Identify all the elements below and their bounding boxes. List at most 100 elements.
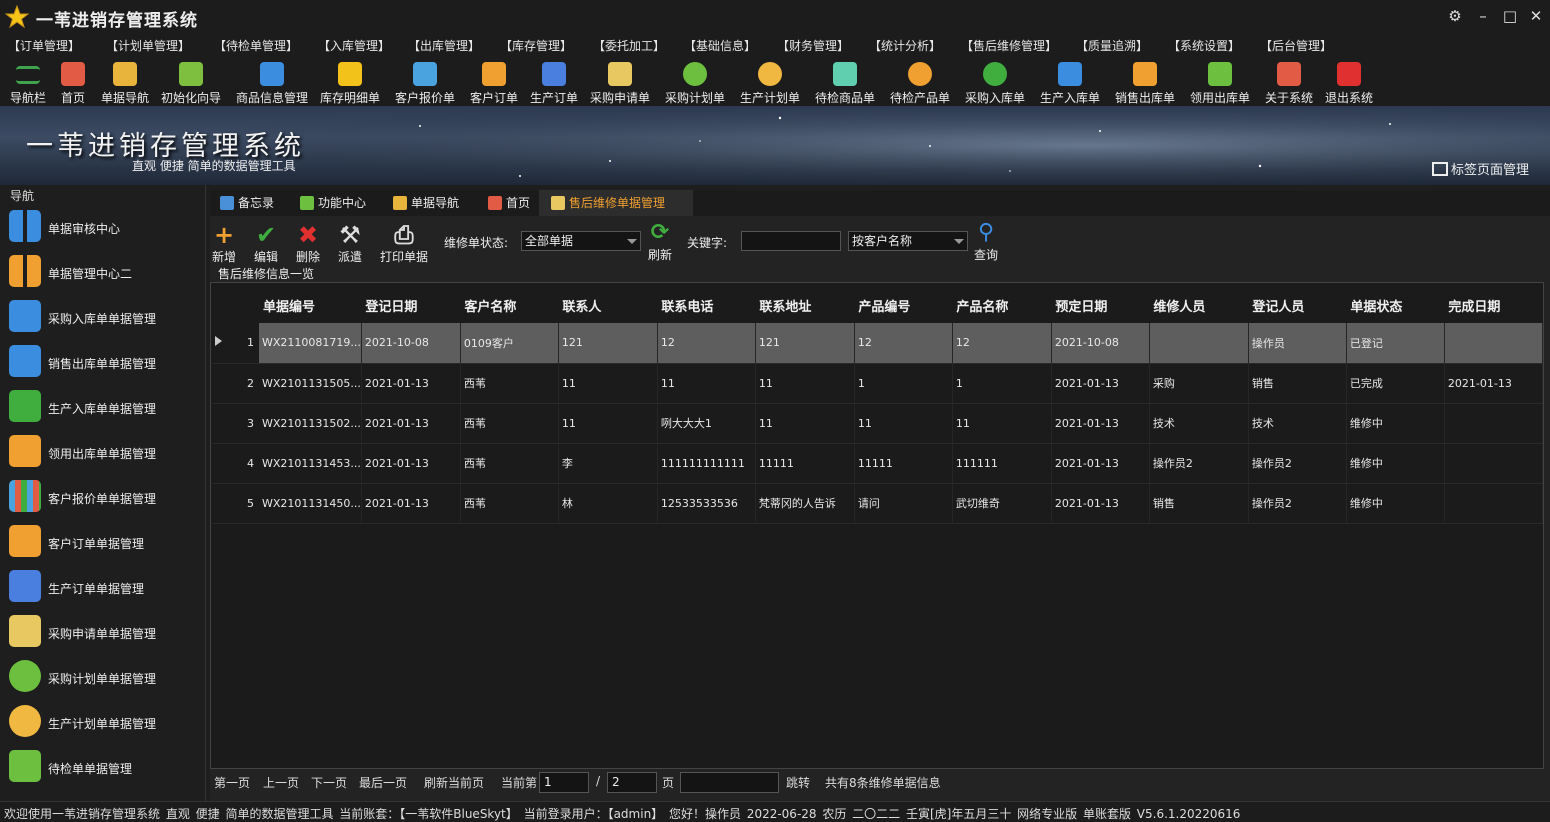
col-register-date[interactable]: 登记日期 <box>361 287 460 323</box>
tb-exit[interactable]: 退出系统 <box>1322 60 1376 105</box>
cell-product-code[interactable]: 11 <box>854 403 953 444</box>
cell-finish-date[interactable] <box>1444 443 1543 484</box>
cell-phone[interactable]: 12 <box>657 323 756 364</box>
cell-scheduled-date[interactable]: 2021-01-13 <box>1051 403 1150 444</box>
col-address[interactable]: 联系地址 <box>755 287 854 323</box>
tb-purchase-plan[interactable]: 采购计划单 <box>663 60 727 105</box>
cell-scheduled-date[interactable]: 2021-01-13 <box>1051 483 1150 524</box>
cell-contact[interactable]: 11 <box>558 403 658 444</box>
cell-finish-date[interactable] <box>1444 323 1543 364</box>
refresh-page-button[interactable]: 刷新当前页 <box>424 774 484 791</box>
tb-product-info[interactable]: 商品信息管理 <box>233 60 311 105</box>
minimize-button[interactable]: – <box>1475 8 1491 24</box>
cell-finish-date[interactable] <box>1444 403 1543 444</box>
cell-registrar[interactable]: 技术 <box>1248 403 1347 444</box>
cell-product-name[interactable]: 12 <box>952 323 1052 364</box>
tb-production-plan[interactable]: 生产计划单 <box>738 60 802 105</box>
table-row[interactable]: 2 WX2101131505... 2021-01-13 西苇 11 11 11 1 1 2021… <box>213 363 1543 404</box>
menu-outbound[interactable]: 【出库管理】 <box>408 37 480 54</box>
menu-outsourcing[interactable]: 【委托加工】 <box>593 37 665 54</box>
col-repair-staff[interactable]: 维修人员 <box>1149 287 1248 323</box>
cell-scheduled-date[interactable]: 2021-01-13 <box>1051 443 1150 484</box>
col-doc-status[interactable]: 单据状态 <box>1346 287 1444 323</box>
cell-contact[interactable]: 林 <box>558 483 658 524</box>
cell-address[interactable]: 11 <box>755 403 855 444</box>
cell-doc-status[interactable]: 维修中 <box>1346 483 1445 524</box>
col-registrar[interactable]: 登记人员 <box>1248 287 1346 323</box>
prev-page-button[interactable]: 上一页 <box>263 774 299 791</box>
table-row[interactable]: 1 WX2110081719... 2021-10-08 0109客户 121 12 121… <box>213 323 1543 364</box>
tb-requisition-outbound[interactable]: 领用出库单 <box>1188 60 1252 105</box>
menu-finance[interactable]: 【财务管理】 <box>777 37 849 54</box>
cell-doc-number[interactable]: WX2101131450... <box>259 483 362 524</box>
cell-address[interactable]: 121 <box>755 323 855 364</box>
cell-doc-number[interactable]: WX2101131502... <box>259 403 362 444</box>
cell-repair-staff[interactable]: 操作员2 <box>1149 443 1249 484</box>
cell-phone[interactable]: 咧大大大1 <box>657 403 756 444</box>
menu-inventory[interactable]: 【库存管理】 <box>500 37 572 54</box>
tb-production-order[interactable]: 生产订单 <box>527 60 581 105</box>
tb-sales-outbound[interactable]: 销售出库单 <box>1113 60 1177 105</box>
cell-product-code[interactable]: 12 <box>854 323 953 364</box>
cell-scheduled-date[interactable]: 2021-10-08 <box>1051 323 1150 364</box>
close-button[interactable]: ✕ <box>1528 8 1544 24</box>
col-doc-number[interactable]: 单据编号 <box>259 287 361 323</box>
tb-production-inbound[interactable]: 生产入库单 <box>1038 60 1102 105</box>
cell-phone[interactable]: 12533533536 <box>657 483 756 524</box>
refresh-button[interactable]: ⟳ 刷新 <box>646 220 674 263</box>
tab-memo[interactable]: 备忘录 <box>220 190 296 216</box>
tb-pending-product[interactable]: 待检产品单 <box>888 60 952 105</box>
cell-registrar[interactable]: 销售 <box>1248 363 1347 404</box>
sidebar-item-sales-outbound[interactable]: 销售出库单单据管理 <box>0 340 204 385</box>
sidebar-item-customer-order[interactable]: 客户订单单据管理 <box>0 520 204 565</box>
tb-init-wizard[interactable]: 初始化向导 <box>158 60 224 105</box>
current-page-input[interactable]: 1 <box>539 772 589 793</box>
sidebar-item-purchase-inbound[interactable]: 采购入库单单据管理 <box>0 295 204 340</box>
cell-customer-name[interactable]: 西苇 <box>460 363 559 404</box>
jump-page-input[interactable] <box>680 772 779 793</box>
sidebar-item-review-center[interactable]: 单据审核中心 <box>0 205 204 250</box>
cell-customer-name[interactable]: 西苇 <box>460 443 559 484</box>
tb-pending-goods[interactable]: 待检商品单 <box>813 60 877 105</box>
sidebar-item-purchase-plan[interactable]: 采购计划单单据管理 <box>0 655 204 700</box>
col-finish-date[interactable]: 完成日期 <box>1444 287 1542 323</box>
sidebar-item-production-plan[interactable]: 生产计划单单据管理 <box>0 700 204 745</box>
cell-finish-date[interactable] <box>1444 483 1543 524</box>
sidebar-item-production-order[interactable]: 生产订单单据管理 <box>0 565 204 610</box>
cell-doc-status[interactable]: 维修中 <box>1346 443 1445 484</box>
cell-repair-staff[interactable]: 销售 <box>1149 483 1249 524</box>
menu-system[interactable]: 【系统设置】 <box>1168 37 1240 54</box>
cell-doc-status[interactable]: 已完成 <box>1346 363 1445 404</box>
menu-statistics[interactable]: 【统计分析】 <box>869 37 941 54</box>
menu-inspection[interactable]: 【待检单管理】 <box>214 37 298 54</box>
cell-doc-number[interactable]: WX2110081719... <box>259 323 362 364</box>
cell-phone[interactable]: 111111111111 <box>657 443 756 484</box>
dispatch-button[interactable]: ⚒ 派遣 <box>336 222 364 265</box>
tb-purchase-request[interactable]: 采购申请单 <box>588 60 652 105</box>
col-scheduled-date[interactable]: 预定日期 <box>1051 287 1149 323</box>
sidebar-item-doc-center-2[interactable]: 单据管理中心二 <box>0 250 204 295</box>
col-product-code[interactable]: 产品编号 <box>854 287 952 323</box>
cell-doc-number[interactable]: WX2101131453... <box>259 443 362 484</box>
cell-product-code[interactable]: 11111 <box>854 443 953 484</box>
print-button[interactable]: ⎙ 打印单据 <box>378 222 430 265</box>
col-product-name[interactable]: 产品名称 <box>952 287 1051 323</box>
cell-repair-staff[interactable] <box>1149 323 1249 364</box>
menu-plan[interactable]: 【计划单管理】 <box>106 37 190 54</box>
cell-register-date[interactable]: 2021-01-13 <box>361 403 461 444</box>
tb-nav[interactable]: 导航栏 <box>6 60 50 105</box>
next-page-button[interactable]: 下一页 <box>311 774 347 791</box>
col-phone[interactable]: 联系电话 <box>657 287 755 323</box>
cell-customer-name[interactable]: 0109客户 <box>460 323 559 364</box>
table-row[interactable]: 4 WX2101131453... 2021-01-13 西苇李 11111111111… <box>213 443 1543 484</box>
cell-address[interactable]: 梵蒂冈的人告诉 <box>755 483 855 524</box>
col-contact[interactable]: 联系人 <box>558 287 657 323</box>
tab-function-center[interactable]: 功能中心 <box>300 190 386 216</box>
cell-address[interactable]: 11111 <box>755 443 855 484</box>
tb-about[interactable]: 关于系统 <box>1263 60 1315 105</box>
menu-order[interactable]: 【订单管理】 <box>8 37 80 54</box>
cell-register-date[interactable]: 2021-10-08 <box>361 323 461 364</box>
menu-backend[interactable]: 【后台管理】 <box>1260 37 1332 54</box>
menu-basic-info[interactable]: 【基础信息】 <box>684 37 756 54</box>
tb-doc-nav[interactable]: 单据导航 <box>98 60 152 105</box>
